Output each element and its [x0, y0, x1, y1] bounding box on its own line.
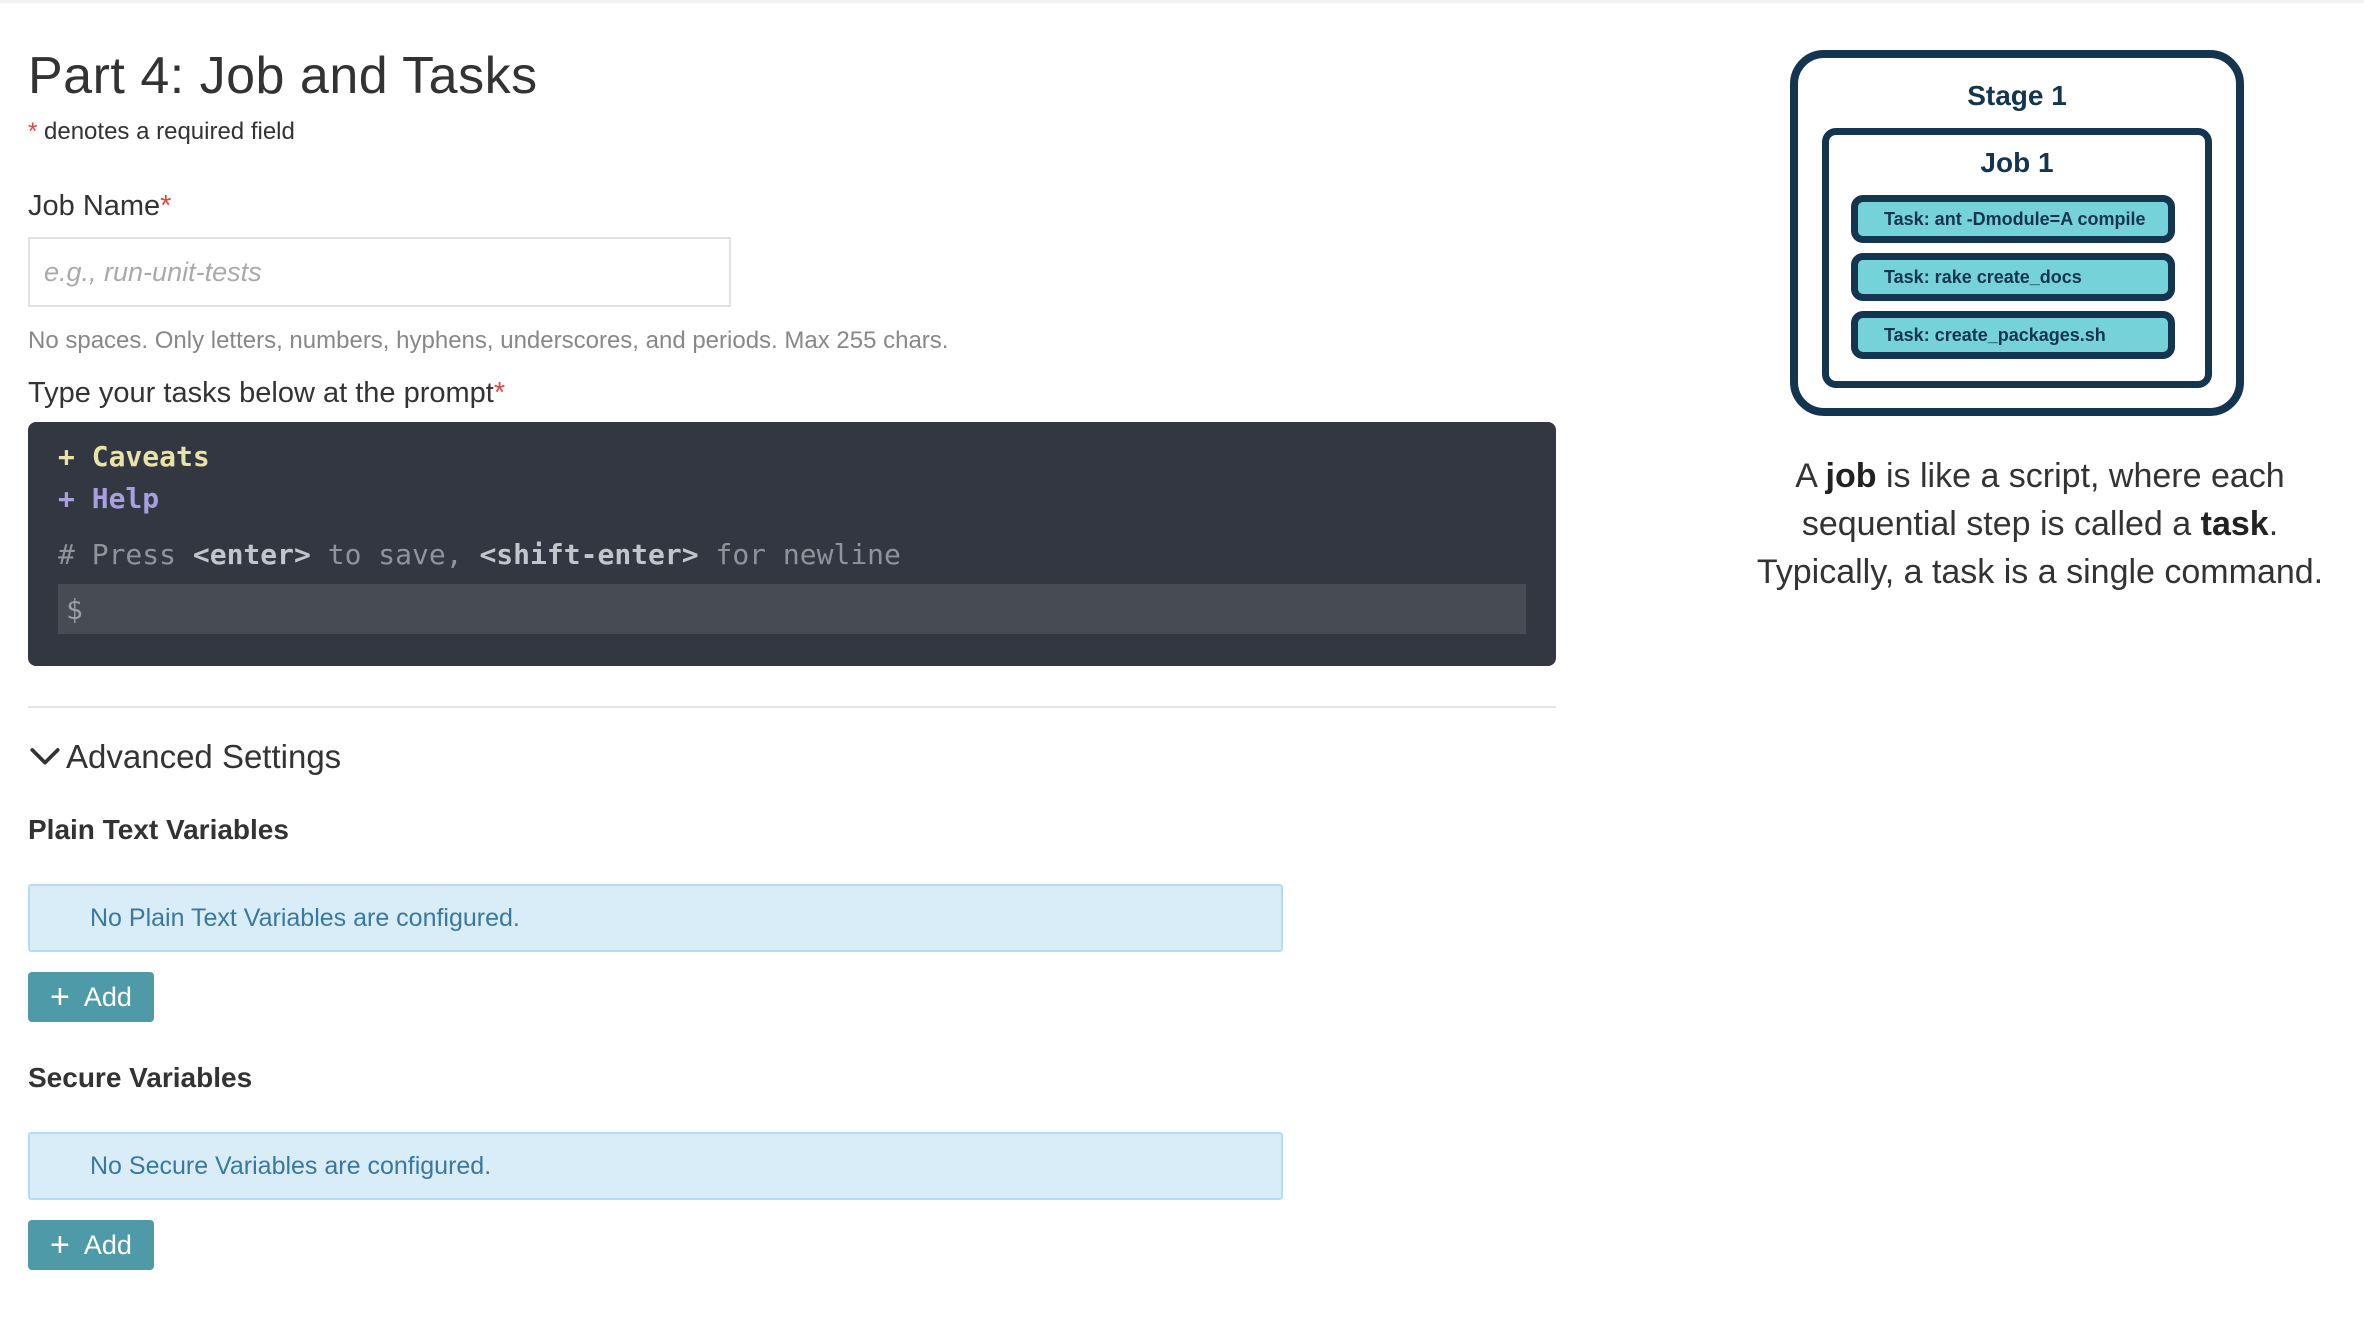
tasks-label: Type your tasks below at the prompt*	[28, 377, 1558, 410]
plain-text-variables-title: Plain Text Variables	[28, 814, 289, 845]
caption-job-word: job	[1825, 457, 1877, 495]
terminal-instructions: # Press <enter> to save, <shift-enter> f…	[58, 534, 1526, 576]
job-diagram: Job 1 Task: ant -Dmodule=A compile Task:…	[1822, 128, 2212, 388]
diagram-caption: A job is like a script, where each seque…	[1750, 452, 2330, 596]
comment-prefix: # Press	[58, 538, 193, 571]
task-prompt-row: $	[58, 584, 1526, 634]
comment-suffix: for newline	[698, 538, 901, 571]
form-column: Part 4: Job and Tasks * denotes a requir…	[28, 40, 1558, 1270]
comment-mid: to save,	[310, 538, 480, 571]
caption-task-word: task	[2200, 505, 2269, 543]
advanced-settings-toggle[interactable]: Advanced Settings	[28, 738, 1558, 776]
required-field-note: * denotes a required field	[28, 118, 1558, 146]
task-pill: Task: create_packages.sh	[1851, 311, 2175, 359]
advanced-settings-label: Advanced Settings	[66, 738, 342, 775]
enter-key-hint: <enter>	[192, 538, 311, 571]
stage-label: Stage 1	[1967, 80, 2067, 111]
required-star: *	[28, 118, 38, 145]
caption-part: A	[1795, 457, 1826, 495]
add-plain-text-variable-button[interactable]: + Add	[28, 972, 154, 1022]
task-terminal: + Caveats + Help # Press <enter> to save…	[28, 422, 1556, 666]
add-button-label: Add	[83, 1229, 132, 1260]
task-pill: Task: rake create_docs	[1851, 253, 2175, 301]
job-label: Job 1	[1980, 147, 2054, 178]
section-divider	[28, 706, 1556, 708]
required-star: *	[160, 190, 172, 222]
secure-variables-empty-message: No Secure Variables are configured.	[28, 1132, 1283, 1200]
chevron-down-icon	[30, 748, 60, 765]
job-name-hint: No spaces. Only letters, numbers, hyphen…	[28, 327, 949, 354]
tasks-label-text: Type your tasks below at the prompt	[28, 377, 494, 409]
job-name-input[interactable]	[42, 255, 717, 289]
required-note-text: denotes a required field	[37, 118, 295, 145]
page-title: Part 4: Job and Tasks	[28, 47, 538, 105]
secure-variables-title: Secure Variables	[28, 1062, 253, 1093]
page: Part 4: Job and Tasks * denotes a requir…	[0, 0, 2364, 1324]
plain-text-variables-empty-message: No Plain Text Variables are configured.	[28, 884, 1283, 952]
job-name-label: Job Name*	[28, 190, 1558, 223]
add-secure-variable-button[interactable]: + Add	[28, 1220, 154, 1270]
job-name-field-wrapper	[28, 237, 731, 307]
task-prompt-input[interactable]	[92, 591, 1518, 627]
required-star: *	[493, 377, 506, 409]
help-toggle[interactable]: + Help	[58, 478, 1526, 520]
add-button-label: Add	[83, 981, 132, 1012]
job-name-label-text: Job Name	[28, 190, 161, 222]
task-pill: Task: ant -Dmodule=A compile	[1851, 195, 2175, 243]
stage-diagram: Stage 1 Job 1 Task: ant -Dmodule=A compi…	[1790, 50, 2244, 416]
caveats-toggle[interactable]: + Caveats	[58, 436, 1526, 478]
plus-icon: +	[50, 1226, 70, 1264]
shift-enter-key-hint: <shift-enter>	[479, 538, 699, 571]
plus-icon: +	[50, 978, 70, 1016]
prompt-symbol: $	[66, 592, 83, 626]
